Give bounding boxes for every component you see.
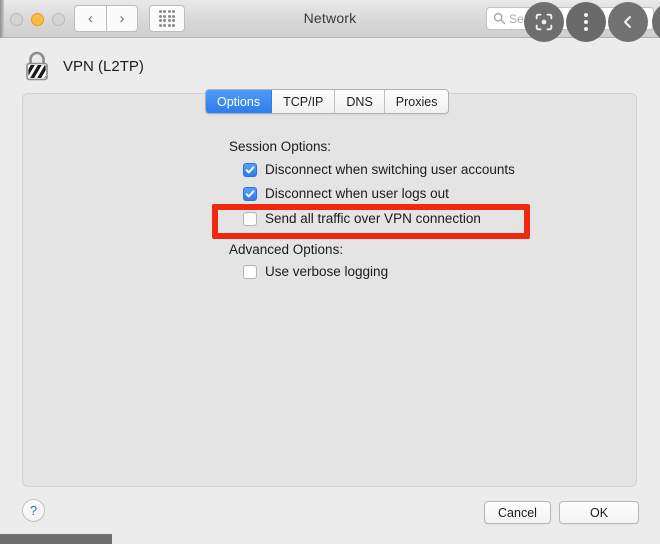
checkbox-label-disconnect-user-logout: Disconnect when user logs out	[265, 186, 449, 201]
annotation-highlight-box	[212, 204, 530, 239]
checkbox-row-disconnect-user-logout[interactable]: Disconnect when user logs out	[243, 186, 449, 201]
os-navigation-strip	[0, 534, 112, 544]
ok-button[interactable]: OK	[559, 501, 639, 524]
more-vert-icon[interactable]	[566, 2, 606, 42]
advanced-options-label: Advanced Options:	[229, 242, 344, 257]
tab-options[interactable]: Options	[206, 90, 273, 113]
checkbox-label-verbose-logging: Use verbose logging	[265, 264, 389, 279]
cancel-button[interactable]: Cancel	[484, 501, 551, 524]
tab-dns[interactable]: DNS	[335, 90, 385, 113]
checkbox-row-verbose-logging[interactable]: Use verbose logging	[243, 264, 388, 279]
vpn-service-name: VPN (L2TP)	[63, 57, 144, 75]
help-button[interactable]: ?	[22, 499, 45, 522]
lens-icon[interactable]	[524, 2, 564, 42]
tab-proxies[interactable]: Proxies	[384, 90, 449, 113]
checkbox-verbose-logging[interactable]	[243, 264, 257, 279]
search-icon	[493, 12, 506, 25]
help-question-icon: ?	[29, 503, 38, 518]
checkbox-row-disconnect-switching-users[interactable]: Disconnect when switching user accounts	[243, 162, 515, 177]
checkbox-disconnect-user-logout[interactable]	[243, 186, 257, 201]
checkbox-label-disconnect-switching-users: Disconnect when switching user accounts	[265, 162, 515, 177]
window-titlebar: ‹ › Network Search	[0, 0, 660, 42]
back-chevron-icon[interactable]	[608, 2, 648, 42]
checkbox-disconnect-switching-users[interactable]	[243, 162, 257, 177]
tab-tcpip[interactable]: TCP/IP	[272, 90, 336, 113]
session-options-label: Session Options:	[229, 139, 332, 154]
lock-icon	[22, 48, 52, 84]
vpn-service-header: VPN (L2TP)	[22, 48, 144, 84]
three-dots-icon	[584, 13, 588, 31]
network-preferences-window: ‹ › Network Search	[0, 0, 660, 544]
settings-tabbar: Options TCP/IP DNS Proxies	[205, 89, 450, 114]
